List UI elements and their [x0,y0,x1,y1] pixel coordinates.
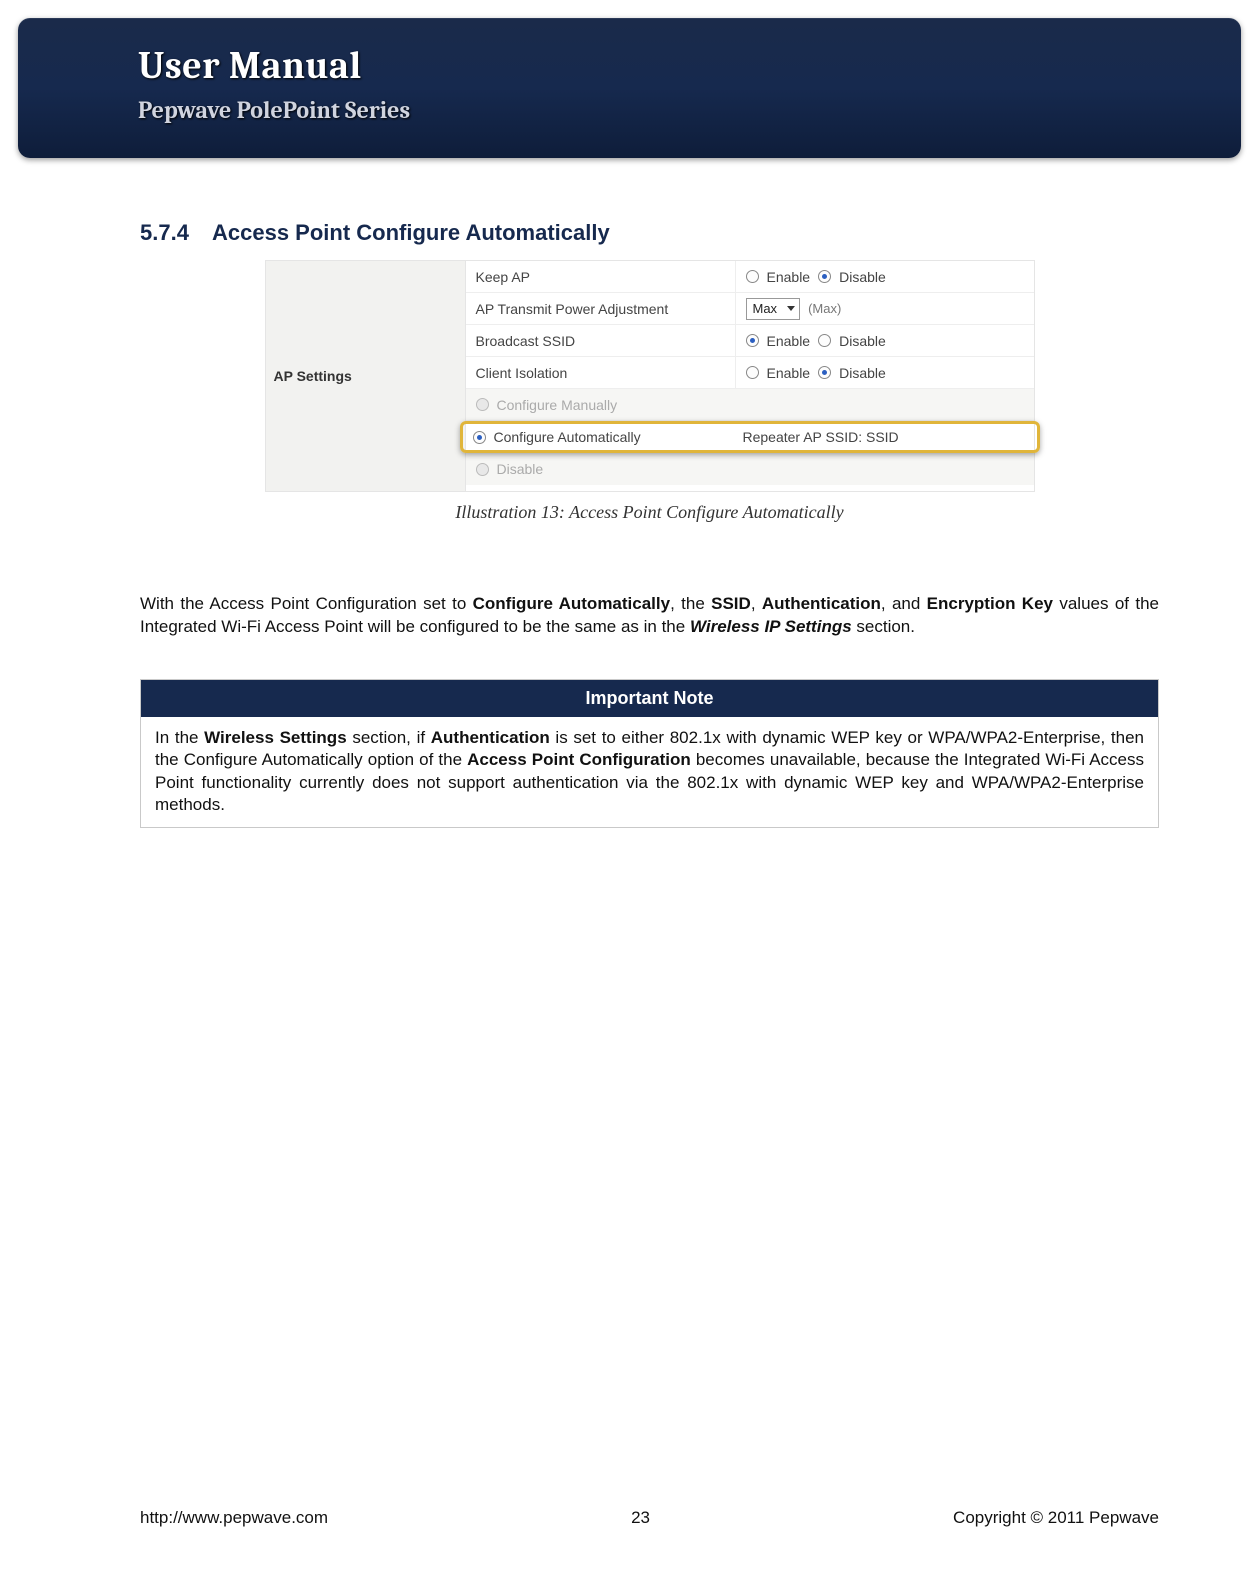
note-heading: Important Note [141,680,1158,717]
configure-auto-value: Repeater AP SSID: SSID [733,424,1037,450]
para-bold: SSID [711,594,751,613]
row-broadcast-ssid: Broadcast SSID Enable Disable [466,325,1034,357]
row-tx-power: AP Transmit Power Adjustment Max (Max) [466,293,1034,325]
note-bold: Access Point Configuration [467,750,691,769]
row-configure-automatically: Configure Automatically Repeater AP SSID… [460,421,1040,453]
para-bold-italic: Wireless IP Settings [690,617,852,636]
broadcast-disable-text: Disable [839,333,886,349]
broadcast-ssid-label: Broadcast SSID [466,325,736,357]
keep-ap-disable-text: Disable [839,269,886,285]
para-text: With the Access Point Configuration set … [140,594,473,613]
footer-url: http://www.pepwave.com [140,1508,328,1528]
tx-power-select[interactable]: Max [746,298,801,320]
para-text: , [751,594,762,613]
keep-ap-label: Keep AP [466,261,736,293]
doc-subtitle: Pepwave PolePoint Series [138,96,1121,124]
ap-settings-label: AP Settings [266,368,352,384]
note-body: In the Wireless Settings section, if Aut… [141,717,1158,827]
isolation-disable-text: Disable [839,365,886,381]
broadcast-enable-radio[interactable] [746,334,759,347]
ap-settings-table: AP Settings Keep AP Enable Disable AP T [265,260,1035,492]
body-paragraph: With the Access Point Configuration set … [140,593,1159,639]
client-isolation-label: Client Isolation [466,357,736,389]
page-footer: http://www.pepwave.com 23 Copyright © 20… [140,1508,1159,1528]
keep-ap-enable-radio[interactable] [746,270,759,283]
isolation-enable-text: Enable [767,365,811,381]
note-text: section, if [347,728,431,747]
section-number: 5.7.4 [140,220,212,246]
note-bold: Authentication [431,728,550,747]
note-text: In the [155,728,204,747]
doc-title: User Manual [138,44,1121,88]
broadcast-enable-text: Enable [767,333,811,349]
disable-radio[interactable] [476,463,489,476]
configure-auto-label: Configure Automatically [494,429,641,445]
configure-auto-radio[interactable] [473,431,486,444]
figure-caption: Illustration 13: Access Point Configure … [140,502,1159,523]
important-note-box: Important Note In the Wireless Settings … [140,679,1159,828]
disable-label: Disable [497,461,544,477]
para-text: section. [852,617,915,636]
para-text: , and [881,594,927,613]
row-client-isolation: Client Isolation Enable Disable [466,357,1034,389]
tx-power-label: AP Transmit Power Adjustment [466,293,736,325]
row-configure-manually: Configure Manually [466,389,1034,421]
para-bold: Authentication [762,594,881,613]
document-header: User Manual Pepwave PolePoint Series [18,18,1241,158]
tx-power-hint: (Max) [808,301,841,316]
configure-manually-label: Configure Manually [497,397,618,413]
broadcast-disable-radio[interactable] [818,334,831,347]
section-title: Access Point Configure Automatically [212,220,610,245]
row-keep-ap: Keep AP Enable Disable [466,261,1034,293]
note-bold: Wireless Settings [204,728,347,747]
page-content: 5.7.4Access Point Configure Automaticall… [140,220,1159,828]
configure-manually-radio[interactable] [476,398,489,411]
figure-wrapper: AP Settings Keep AP Enable Disable AP T [140,260,1159,523]
keep-ap-disable-radio[interactable] [818,270,831,283]
isolation-enable-radio[interactable] [746,366,759,379]
para-bold: Encryption Key [927,594,1053,613]
keep-ap-enable-text: Enable [767,269,811,285]
footer-page: 23 [631,1508,650,1528]
footer-copyright: Copyright © 2011 Pepwave [953,1508,1159,1528]
section-heading: 5.7.4Access Point Configure Automaticall… [140,220,1159,246]
para-bold: Configure Automatically [473,594,670,613]
para-text: , the [670,594,711,613]
row-disable: Disable [466,453,1034,485]
isolation-disable-radio[interactable] [818,366,831,379]
